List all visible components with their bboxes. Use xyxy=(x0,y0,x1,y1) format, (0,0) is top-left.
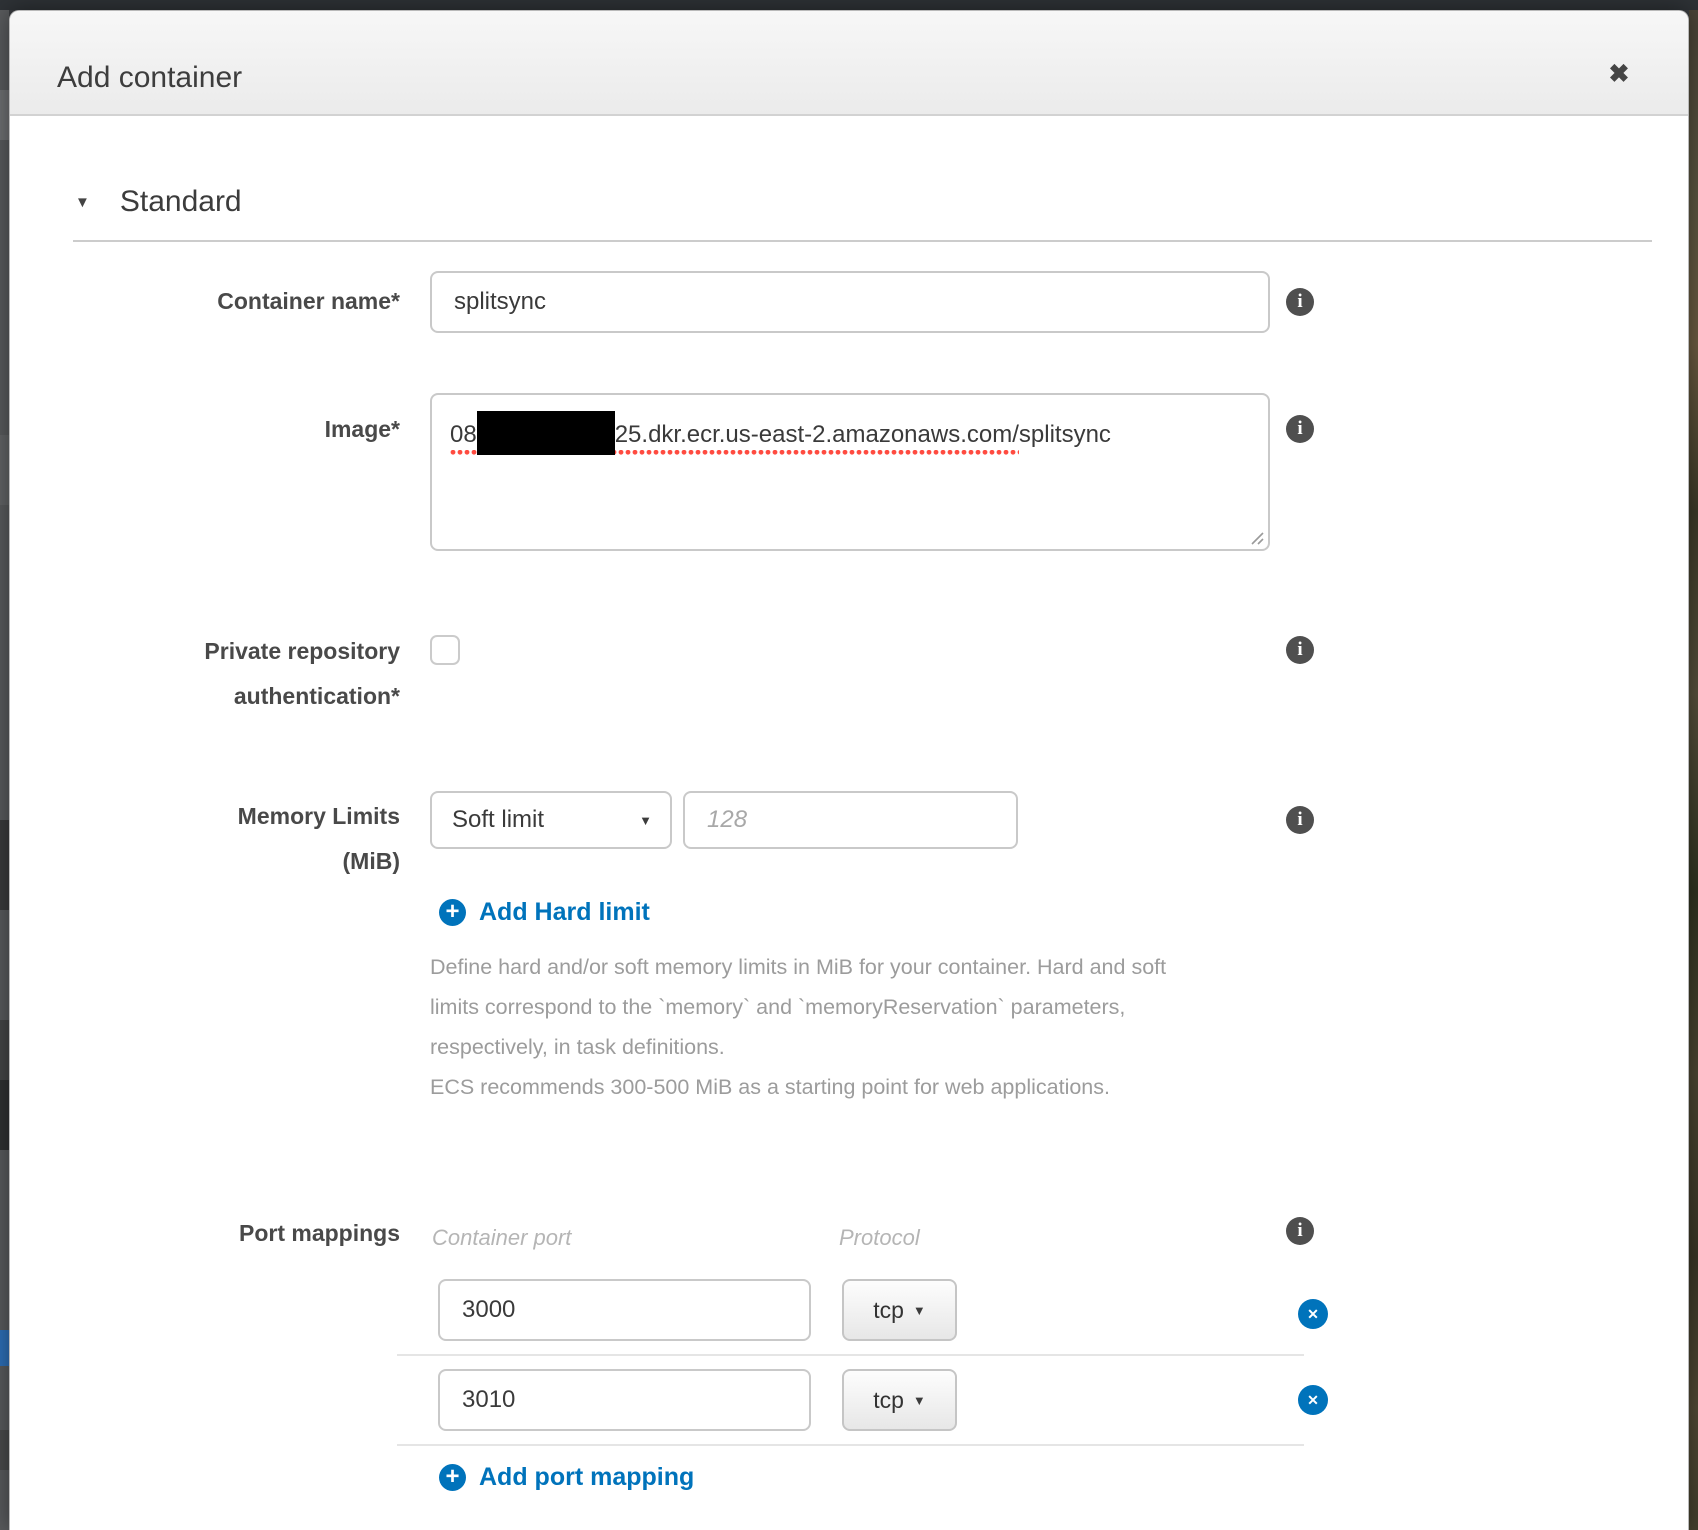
background-artifact xyxy=(0,1330,9,1366)
container-name-input[interactable] xyxy=(430,271,1270,333)
protocol-value: tcp xyxy=(873,1297,904,1324)
background-artifact xyxy=(0,90,9,140)
protocol-select[interactable]: tcp ▼ xyxy=(842,1279,957,1341)
memory-help-text: Define hard and/or soft memory limits in… xyxy=(430,947,1166,1107)
image-value-end: splitsync xyxy=(1019,421,1111,448)
section-divider xyxy=(73,240,1652,242)
memory-help-line: respectively, in task definitions. xyxy=(430,1027,1166,1067)
section-standard-toggle[interactable]: ▼ Standard xyxy=(75,185,242,219)
plus-icon: + xyxy=(439,1464,466,1491)
private-repo-auth-checkbox[interactable] xyxy=(430,635,460,665)
background-artifact xyxy=(0,1430,9,1470)
plus-icon: + xyxy=(439,899,466,926)
add-hard-limit-label: Add Hard limit xyxy=(479,898,650,927)
container-port-input[interactable] xyxy=(438,1369,811,1431)
image-value-prefix: 08 xyxy=(450,421,477,448)
memory-limit-type-value: Soft limit xyxy=(452,806,544,834)
private-repo-auth-label-line2: authentication* xyxy=(10,674,400,719)
memory-limits-label-line1: Memory Limits xyxy=(10,794,400,839)
image-textarea[interactable]: 08 25.dkr.ecr.us-east-2.amazonaws.com/spl… xyxy=(430,393,1270,551)
image-value-mid: 25.dkr.ecr.us-east-2.amazonaws.com/ xyxy=(615,421,1019,448)
info-icon[interactable]: i xyxy=(1286,806,1314,834)
browser-top-bar xyxy=(0,0,1698,10)
container-port-input[interactable] xyxy=(438,1279,811,1341)
caret-down-icon: ▼ xyxy=(913,1303,926,1318)
background-artifact xyxy=(0,820,9,910)
memory-help-line: ECS recommends 300-500 MiB as a starting… xyxy=(430,1067,1166,1107)
delete-port-mapping-icon[interactable]: ✕ xyxy=(1298,1299,1328,1329)
dialog-header: Add container ✖ xyxy=(10,11,1688,116)
add-container-dialog: Add container ✖ ▼ Standard Container nam… xyxy=(9,10,1689,1530)
memory-help-line: Define hard and/or soft memory limits in… xyxy=(430,947,1166,987)
protocol-value: tcp xyxy=(873,1387,904,1414)
close-icon[interactable]: ✖ xyxy=(1602,57,1636,91)
memory-limits-label-line2: (MiB) xyxy=(10,839,400,884)
section-title: Standard xyxy=(120,185,242,219)
private-repo-auth-label: Private repository authentication* xyxy=(10,629,400,719)
port-row-divider xyxy=(397,1354,1304,1356)
container-port-column-header: Container port xyxy=(432,1225,571,1251)
protocol-select[interactable]: tcp ▼ xyxy=(842,1369,957,1431)
private-repo-auth-label-line1: Private repository xyxy=(10,629,400,674)
chevron-down-icon: ▼ xyxy=(75,194,90,211)
image-label: Image* xyxy=(10,407,400,452)
background-artifact xyxy=(0,435,9,505)
add-hard-limit-link[interactable]: + Add Hard limit xyxy=(439,898,650,927)
memory-limit-value-input[interactable] xyxy=(683,791,1018,849)
info-icon[interactable]: i xyxy=(1286,288,1314,316)
image-value: 08 25.dkr.ecr.us-east-2.amazonaws.com/ xyxy=(450,421,1019,455)
delete-port-mapping-icon[interactable]: ✕ xyxy=(1298,1385,1328,1415)
background-artifact xyxy=(0,1080,9,1150)
caret-down-icon: ▼ xyxy=(639,813,652,828)
port-row-divider xyxy=(397,1444,1304,1446)
memory-limits-label: Memory Limits (MiB) xyxy=(10,794,400,884)
port-mappings-label: Port mappings xyxy=(10,1219,400,1247)
container-name-label: Container name* xyxy=(10,279,400,324)
dialog-title: Add container xyxy=(57,61,242,95)
info-icon[interactable]: i xyxy=(1286,636,1314,664)
redaction-box xyxy=(477,411,615,455)
info-icon[interactable]: i xyxy=(1286,415,1314,443)
memory-limit-type-select[interactable]: Soft limit ▼ xyxy=(430,791,672,849)
resize-handle-icon[interactable] xyxy=(1248,529,1264,545)
desktop-edge-strip xyxy=(1689,10,1698,1530)
add-port-mapping-link[interactable]: + Add port mapping xyxy=(439,1463,694,1492)
background-artifact xyxy=(0,1020,9,1080)
protocol-column-header: Protocol xyxy=(839,1225,920,1251)
add-port-mapping-label: Add port mapping xyxy=(479,1463,694,1492)
background-page-strip xyxy=(0,10,9,1530)
info-icon[interactable]: i xyxy=(1286,1217,1314,1245)
memory-help-line: limits correspond to the `memory` and `m… xyxy=(430,987,1166,1027)
caret-down-icon: ▼ xyxy=(913,1393,926,1408)
